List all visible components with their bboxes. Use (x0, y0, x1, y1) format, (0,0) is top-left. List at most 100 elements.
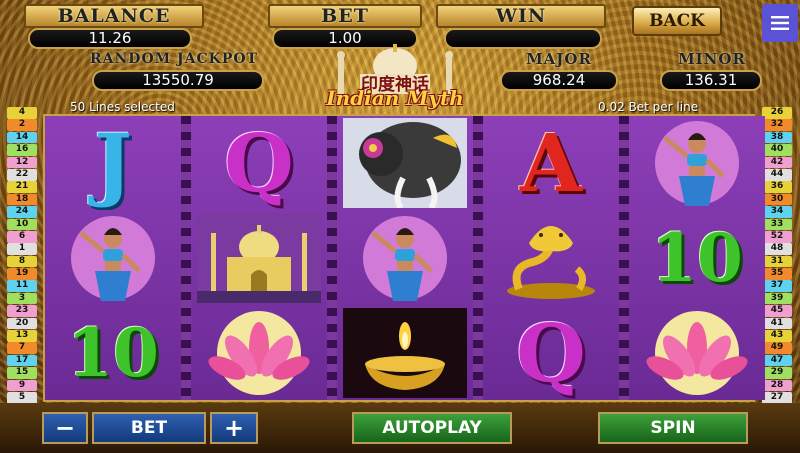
right-line-number: 31 (762, 255, 792, 268)
right-line-number: 43 (762, 330, 792, 342)
bet-label: BET (321, 5, 369, 27)
right-line-number: 38 (762, 131, 792, 144)
logo-english: Indian Myth (326, 86, 464, 110)
left-line-number: 11 (7, 280, 37, 293)
dancer-icon (45, 211, 181, 305)
left-line-number: 2 (7, 119, 37, 131)
major-jackpot-label: MAJOR (526, 50, 592, 68)
reel-4: AQ (483, 116, 619, 400)
back-button[interactable]: BACK (632, 6, 722, 36)
left-line-number: 4 (7, 107, 37, 119)
right-line-number: 29 (762, 367, 792, 379)
left-line-number: 1 (7, 243, 37, 255)
right-line-number: 33 (762, 218, 792, 231)
minor-jackpot-label: MINOR (678, 50, 746, 68)
symbol-j: J (45, 116, 181, 210)
right-line-number: 52 (762, 230, 792, 243)
random-jackpot-value: 13550.79 (92, 70, 264, 91)
left-line-number: 5 (7, 391, 37, 404)
right-line-number: 37 (762, 280, 792, 293)
right-line-number: 48 (762, 243, 792, 255)
right-line-number: 28 (762, 379, 792, 392)
symbol-10: 10 (629, 211, 765, 305)
left-line-number: 6 (7, 230, 37, 243)
left-line-number: 18 (7, 193, 37, 206)
reel-3 (337, 116, 473, 400)
left-line-number: 10 (7, 218, 37, 231)
game-logo: 印度神话 Indian Myth (290, 44, 500, 110)
left-line-number: 23 (7, 305, 37, 317)
bet-per-line: 0.02 Bet per line (598, 100, 699, 114)
left-line-number: 21 (7, 181, 37, 193)
left-line-number: 3 (7, 292, 37, 305)
left-line-number: 19 (7, 268, 37, 280)
right-line-number: 32 (762, 119, 792, 131)
win-label: WIN (495, 5, 547, 27)
left-line-number: 7 (7, 342, 37, 355)
spin-button[interactable]: SPIN (598, 412, 748, 444)
right-line-number: 35 (762, 268, 792, 280)
symbol-letter: Q (224, 116, 294, 210)
left-line-number: 16 (7, 144, 37, 156)
left-line-number: 17 (7, 354, 37, 367)
diya-lamp-icon (337, 306, 473, 400)
left-line-number: 24 (7, 206, 37, 218)
balance-value: 11.26 (28, 28, 192, 49)
lotus-icon (191, 306, 327, 400)
bet-increase-button[interactable]: + (210, 412, 258, 444)
right-line-numbers: 26 32 38 40 42 44 36 30 34 33 52 48 31 35 37 39 45 41 43 49… (762, 107, 792, 404)
lines-selected: 50 Lines selected (70, 100, 175, 114)
taj-mahal-icon (191, 211, 327, 305)
right-line-number: 26 (762, 107, 792, 119)
symbol-letter: J (94, 116, 132, 210)
symbol-a: A (483, 116, 619, 210)
major-jackpot-value: 968.24 (500, 70, 618, 91)
reel-separator (181, 116, 191, 400)
left-line-number: 9 (7, 379, 37, 392)
balance-label: BALANCE (57, 5, 171, 27)
left-line-number: 14 (7, 131, 37, 144)
reel-2: Q (191, 116, 327, 400)
left-line-number: 13 (7, 330, 37, 342)
random-jackpot-label: RANDOM JACKPOT (90, 51, 258, 67)
right-line-number: 47 (762, 354, 792, 367)
right-line-number: 34 (762, 206, 792, 218)
reel-separator (327, 116, 337, 400)
right-line-number: 27 (762, 391, 792, 404)
right-line-number: 39 (762, 292, 792, 305)
cobra-icon (483, 211, 619, 305)
left-line-number: 12 (7, 156, 37, 169)
bet-button[interactable]: BET (92, 412, 206, 444)
bet-decrease-button[interactable]: − (42, 412, 88, 444)
right-line-number: 45 (762, 305, 792, 317)
right-line-number: 44 (762, 168, 792, 181)
right-line-number: 49 (762, 342, 792, 355)
right-line-number: 41 (762, 317, 792, 330)
left-line-number: 15 (7, 367, 37, 379)
elephant-icon (337, 116, 473, 210)
reel-1: J 10 (45, 116, 181, 400)
reel-separator (473, 116, 483, 400)
right-line-number: 42 (762, 156, 792, 169)
symbol-10: 10 (45, 306, 181, 400)
right-line-number: 30 (762, 193, 792, 206)
reel-separator (619, 116, 629, 400)
dancer-icon (337, 211, 473, 305)
symbol-letter: A (519, 116, 583, 210)
symbol-q: Q (191, 116, 327, 210)
hamburger-menu-icon[interactable] (762, 4, 798, 42)
right-line-number: 40 (762, 144, 792, 156)
left-line-number: 8 (7, 255, 37, 268)
lotus-icon (629, 306, 765, 400)
reels-area: J 10 Q A Q 10 (43, 114, 765, 402)
symbol-q: Q (483, 306, 619, 400)
symbol-letter: 10 (651, 219, 743, 297)
symbol-letter: Q (516, 306, 586, 400)
right-line-number: 36 (762, 181, 792, 193)
left-line-number: 20 (7, 317, 37, 330)
dancer-icon (629, 116, 765, 210)
left-line-numbers: 4 2 14 16 12 22 21 18 24 10 6 1 8 19 11 3 23 20 13 7 17 15 9 5 (7, 107, 37, 404)
autoplay-button[interactable]: AUTOPLAY (352, 412, 512, 444)
symbol-letter: 10 (67, 314, 159, 392)
minor-jackpot-value: 136.31 (660, 70, 762, 91)
